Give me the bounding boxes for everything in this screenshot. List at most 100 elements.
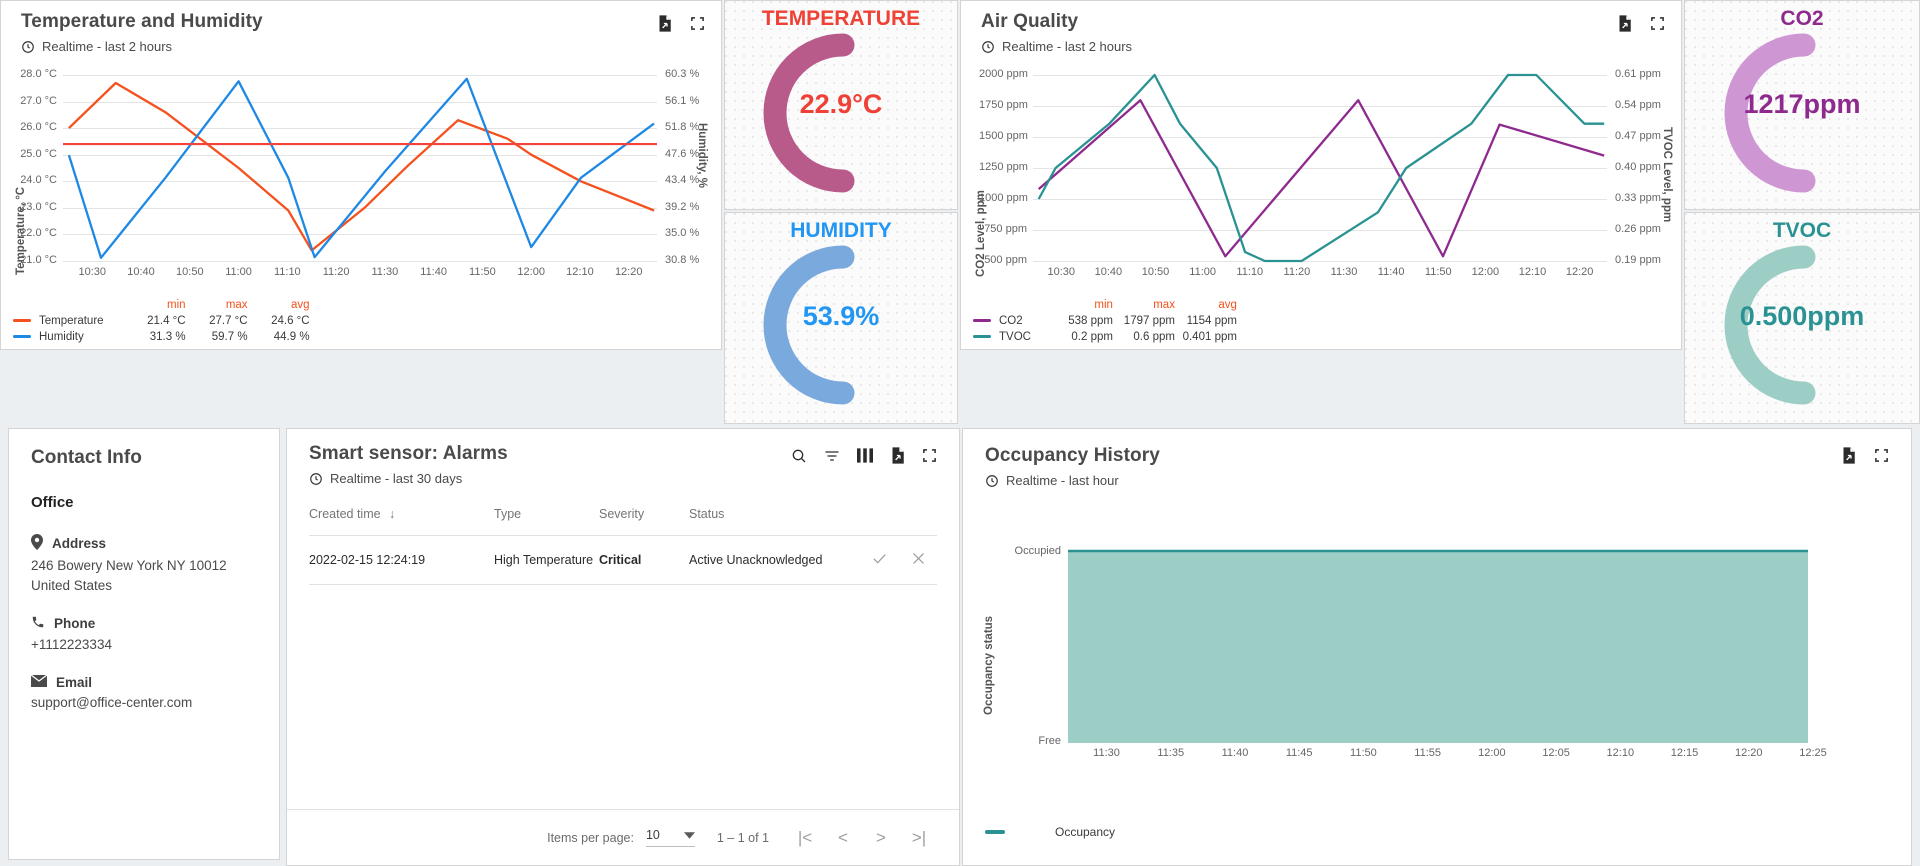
- temperature-gauge-card: TEMPERATURE 22.9°C: [724, 0, 958, 210]
- x-axis-tick: 12:00: [515, 266, 547, 278]
- occupancy-plot: Occupancy status Occupied Free 11:3011:3…: [963, 515, 1912, 771]
- table-row[interactable]: 2022-02-15 12:24:19 High Temperature Cri…: [309, 536, 937, 585]
- fullscreen-icon[interactable]: [1874, 448, 1889, 463]
- occupancy-legend: Occupancy: [985, 825, 1115, 839]
- x-axis-tick: 11:30: [369, 266, 401, 278]
- export-file-icon[interactable]: [1617, 15, 1632, 32]
- legend-min: 0.2 ppm: [1051, 329, 1113, 345]
- legend-avg: 0.401 ppm: [1175, 329, 1237, 345]
- x-axis-tick: 11:50: [1347, 747, 1379, 759]
- phone-icon: [31, 615, 45, 632]
- legend-series-name: TVOC: [999, 329, 1051, 345]
- column-header-actions: [827, 507, 937, 536]
- x-axis-tick: 12:10: [564, 266, 596, 278]
- legend-avg: 24.6 °C: [248, 313, 310, 329]
- temperature-humidity-card: Temperature and Humidity Realtime - last…: [0, 0, 722, 350]
- clock-icon: [981, 40, 995, 54]
- legend-row[interactable]: Temperature21.4 °C27.7 °C24.6 °C: [13, 313, 310, 329]
- email-envelope-icon: [31, 675, 47, 690]
- x-axis-tick: 12:20: [1564, 266, 1596, 278]
- acknowledge-check-icon[interactable]: [871, 550, 888, 570]
- x-axis-tick: 11:30: [1091, 747, 1123, 759]
- x-axis-tick: 11:00: [223, 266, 255, 278]
- legend-stat-header: avg: [248, 297, 310, 313]
- temperature-gauge-value: 22.9°C: [725, 89, 957, 120]
- pagination-range-label: 1 – 1 of 1: [717, 831, 769, 845]
- legend-row[interactable]: Humidity31.3 %59.7 %44.9 %: [13, 329, 310, 345]
- previous-page-icon[interactable]: <: [829, 828, 857, 848]
- export-file-icon[interactable]: [890, 447, 905, 464]
- dashboard-root: Temperature and Humidity Realtime - last…: [0, 0, 1920, 866]
- legend-max: 27.7 °C: [186, 313, 248, 329]
- legend-min: 21.4 °C: [124, 313, 186, 329]
- occupancy-legend-label: Occupancy: [1055, 825, 1115, 839]
- co2-gauge-arc: 1217ppm: [1685, 27, 1919, 205]
- legend-swatch: [13, 313, 39, 329]
- legend-max: 1797 ppm: [1113, 313, 1175, 329]
- alarms-table: Created time ↓ Type Severity Status 2022…: [309, 507, 937, 585]
- first-page-icon[interactable]: |<: [791, 828, 819, 848]
- contact-info-title: Contact Info: [31, 447, 257, 469]
- x-axis-tick: 12:00: [1476, 747, 1508, 759]
- x-axis-tick: 11:35: [1155, 747, 1187, 759]
- email-label: Email: [56, 675, 92, 690]
- next-page-icon[interactable]: >: [867, 828, 895, 848]
- legend-stat-header: max: [1113, 297, 1175, 313]
- x-axis-tick: 10:40: [125, 266, 157, 278]
- occupancy-history-title: Occupancy History: [985, 445, 1160, 467]
- contact-info-card: Contact Info Office Address 246 Bowery N…: [8, 428, 280, 860]
- legend-min: 538 ppm: [1051, 313, 1113, 329]
- address-value: 246 Bowery New York NY 10012 United Stat…: [31, 556, 231, 595]
- x-axis-tick: 10:30: [1045, 266, 1077, 278]
- legend-header-row: minmaxavg: [973, 297, 1237, 313]
- x-axis-tick: 11:40: [1219, 747, 1251, 759]
- fullscreen-icon[interactable]: [922, 448, 937, 463]
- clock-icon: [985, 474, 999, 488]
- cell-actions: [827, 536, 937, 585]
- items-per-page-value: 10: [646, 828, 660, 842]
- fullscreen-icon[interactable]: [1650, 16, 1665, 31]
- chevron-down-icon: [684, 828, 695, 842]
- legend-series-name: CO2: [999, 313, 1051, 329]
- x-axis-tick: 11:40: [1375, 266, 1407, 278]
- occupancy-area: [963, 515, 1912, 771]
- email-label-row: Email: [31, 675, 257, 690]
- legend-stat-header: avg: [1175, 297, 1237, 313]
- last-page-icon[interactable]: >|: [905, 828, 933, 848]
- x-axis-tick: 11:50: [1422, 266, 1454, 278]
- legend-swatch: [973, 329, 999, 345]
- alarms-subtitle: Realtime - last 30 days: [309, 471, 508, 486]
- columns-icon[interactable]: [857, 448, 873, 463]
- x-axis-tick: 11:10: [271, 266, 303, 278]
- temperature-humidity-lines: [1, 65, 722, 295]
- search-icon[interactable]: [791, 448, 807, 464]
- alarms-header-row: Created time ↓ Type Severity Status: [309, 507, 937, 536]
- column-header-status[interactable]: Status: [689, 507, 827, 536]
- tvoc-gauge-card: TVOC 0.500ppm: [1684, 212, 1920, 424]
- x-axis-tick: 12:25: [1797, 747, 1829, 759]
- filter-icon[interactable]: [824, 448, 840, 464]
- clear-x-icon[interactable]: [910, 550, 927, 570]
- clock-icon: [21, 40, 35, 54]
- legend-row[interactable]: TVOC0.2 ppm0.6 ppm0.401 ppm: [973, 329, 1237, 345]
- x-axis-tick: 10:50: [174, 266, 206, 278]
- column-header-created-time[interactable]: Created time ↓: [309, 507, 494, 536]
- humidity-gauge-value: 53.9%: [725, 301, 957, 332]
- fullscreen-icon[interactable]: [690, 16, 705, 31]
- humidity-gauge-card: HUMIDITY 53.9%: [724, 212, 958, 424]
- cell-type: High Temperature: [494, 536, 599, 585]
- x-axis-tick: 11:00: [1187, 266, 1219, 278]
- temperature-humidity-title: Temperature and Humidity: [21, 11, 263, 33]
- column-header-severity[interactable]: Severity: [599, 507, 689, 536]
- column-header-type[interactable]: Type: [494, 507, 599, 536]
- items-per-page-select[interactable]: 10: [646, 828, 695, 847]
- alarms-card: Smart sensor: Alarms Realtime - last 30 …: [286, 428, 960, 866]
- x-axis-tick: 12:20: [1733, 747, 1765, 759]
- export-file-icon[interactable]: [1841, 447, 1856, 464]
- legend-row[interactable]: CO2538 ppm1797 ppm1154 ppm: [973, 313, 1237, 329]
- series-line-co2: [1039, 100, 1605, 256]
- cell-status: Active Unacknowledged: [689, 536, 827, 585]
- x-axis-tick: 12:00: [1469, 266, 1501, 278]
- export-file-icon[interactable]: [657, 15, 672, 32]
- x-axis-tick: 11:10: [1234, 266, 1266, 278]
